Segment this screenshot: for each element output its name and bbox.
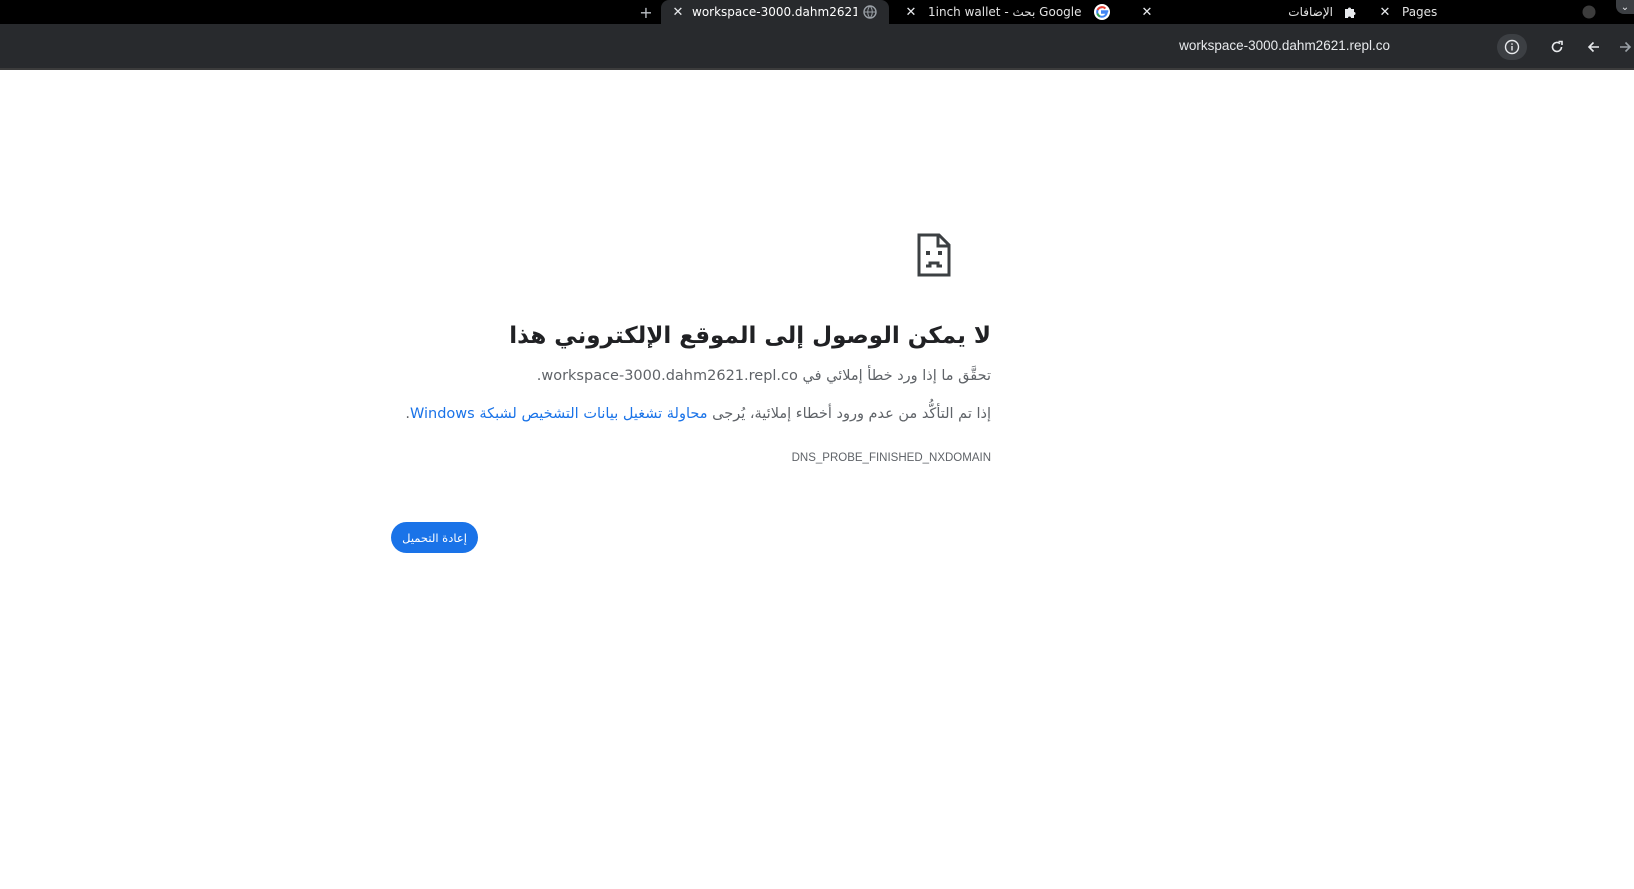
tab-search-button[interactable]: ⌄ [1616,0,1634,14]
reload-icon[interactable] [1546,36,1568,58]
tab-title: الإضافات [1288,5,1333,19]
close-icon[interactable]: ✕ [671,5,685,20]
globe-icon [863,5,877,19]
puzzle-icon [1343,5,1358,20]
diagnostics-text: إذا تم التأكُّد من عدم ورود أخطاء إملائي… [405,406,991,422]
toolbar: workspace-3000.dahm2621.repl.co [0,24,1634,68]
site-info-icon[interactable] [1497,34,1527,60]
diag-prefix: إذا تم التأكُّد من عدم ورود أخطاء إملائي… [707,406,991,422]
tab-strip: + ✕ workspace-3000.dahm2621.repl.co ✕ 1i… [0,0,1634,24]
error-code: DNS_PROBE_FINISHED_NXDOMAIN [791,452,991,464]
url-text[interactable]: workspace-3000.dahm2621.repl.co [1179,38,1390,53]
google-icon [1094,4,1110,20]
address-bar[interactable]: workspace-3000.dahm2621.repl.co [0,30,1530,62]
tab-pages[interactable]: ✕ Pages [1378,0,1608,24]
tab-title: workspace-3000.dahm2621.repl.co [692,5,857,19]
back-arrow-icon[interactable] [1583,36,1605,58]
spelling-check-text: تحقَّق ما إذا ورد خطأ إملائي في workspac… [537,368,991,384]
check-host: workspace-3000.dahm2621.repl.co [541,368,798,384]
forward-arrow-icon[interactable] [1616,36,1634,58]
github-icon [1582,5,1596,19]
new-tab-button[interactable]: + [636,0,656,24]
plus-icon: + [639,2,653,22]
check-prefix: تحقَّق ما إذا ورد خطأ إملائي في [797,368,991,384]
sad-page-icon [916,233,952,277]
tab-workspace[interactable]: ✕ workspace-3000.dahm2621.repl.co [661,0,889,24]
reload-button[interactable]: إعادة التحميل [391,522,478,553]
tab-google-search[interactable]: ✕ 1inch wallet - بحث Google [904,0,1124,24]
close-icon[interactable]: ✕ [1140,5,1154,20]
network-diagnostics-link[interactable]: محاولة تشغيل بيانات التشخيص لشبكة Window… [410,406,708,422]
error-title: لا يمكن الوصول إلى الموقع الإلكتروني هذا [509,323,991,349]
tab-extensions[interactable]: ✕ الإضافات [1140,0,1358,24]
page-content [0,70,1634,889]
tab-title: 1inch wallet - بحث Google [928,5,1082,19]
close-icon[interactable]: ✕ [1378,5,1392,20]
close-icon[interactable]: ✕ [904,5,918,20]
tab-title: Pages [1402,5,1438,19]
